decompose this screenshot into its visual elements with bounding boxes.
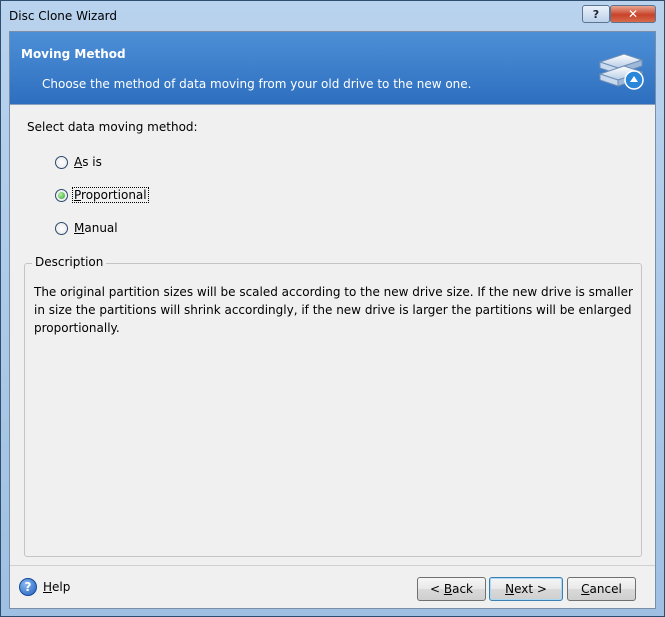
help-title-button[interactable]: ? (582, 5, 610, 23)
close-icon: ✕ (627, 7, 639, 21)
wizard-footer: ? Help < Back Next > Cancel (10, 566, 655, 608)
help-link[interactable]: ? Help (19, 578, 70, 596)
wizard-client: Moving Method Choose the method of data … (9, 31, 656, 609)
wizard-header: Moving Method Choose the method of data … (10, 32, 655, 104)
radio-proportional-button[interactable] (55, 188, 68, 202)
description-text: The original partition sizes will be sca… (34, 285, 633, 335)
wizard-body: Select data moving method: As is Proport… (10, 105, 655, 565)
radio-manual-button[interactable] (55, 221, 68, 235)
disk-clone-icon (598, 53, 644, 90)
radio-proportional-label[interactable]: Proportional (72, 187, 149, 203)
description-legend: Description (32, 255, 107, 269)
page-title: Moving Method (21, 47, 126, 61)
radio-as-is-button[interactable] (55, 155, 68, 169)
select-method-label: Select data moving method: (27, 120, 198, 134)
question-icon: ? (592, 7, 600, 21)
back-button[interactable]: < Back (417, 577, 486, 601)
window-title: Disc Clone Wizard (9, 9, 118, 23)
help-icon: ? (19, 578, 37, 596)
radio-manual[interactable]: Manual (55, 221, 119, 235)
radio-proportional[interactable]: Proportional (55, 187, 149, 203)
radio-as-is[interactable]: As is (55, 155, 103, 169)
radio-as-is-label[interactable]: As is (73, 155, 103, 169)
radio-manual-label[interactable]: Manual (73, 221, 119, 235)
help-label[interactable]: Help (43, 580, 70, 594)
title-bar[interactable]: Disc Clone Wizard ? ✕ (1, 1, 664, 31)
cancel-button[interactable]: Cancel (567, 577, 636, 601)
close-button[interactable]: ✕ (610, 5, 656, 23)
page-subtitle: Choose the method of data moving from yo… (42, 77, 472, 91)
wizard-window: Disc Clone Wizard ? ✕ Moving Method Choo… (0, 0, 665, 617)
next-button[interactable]: Next > (489, 577, 563, 601)
